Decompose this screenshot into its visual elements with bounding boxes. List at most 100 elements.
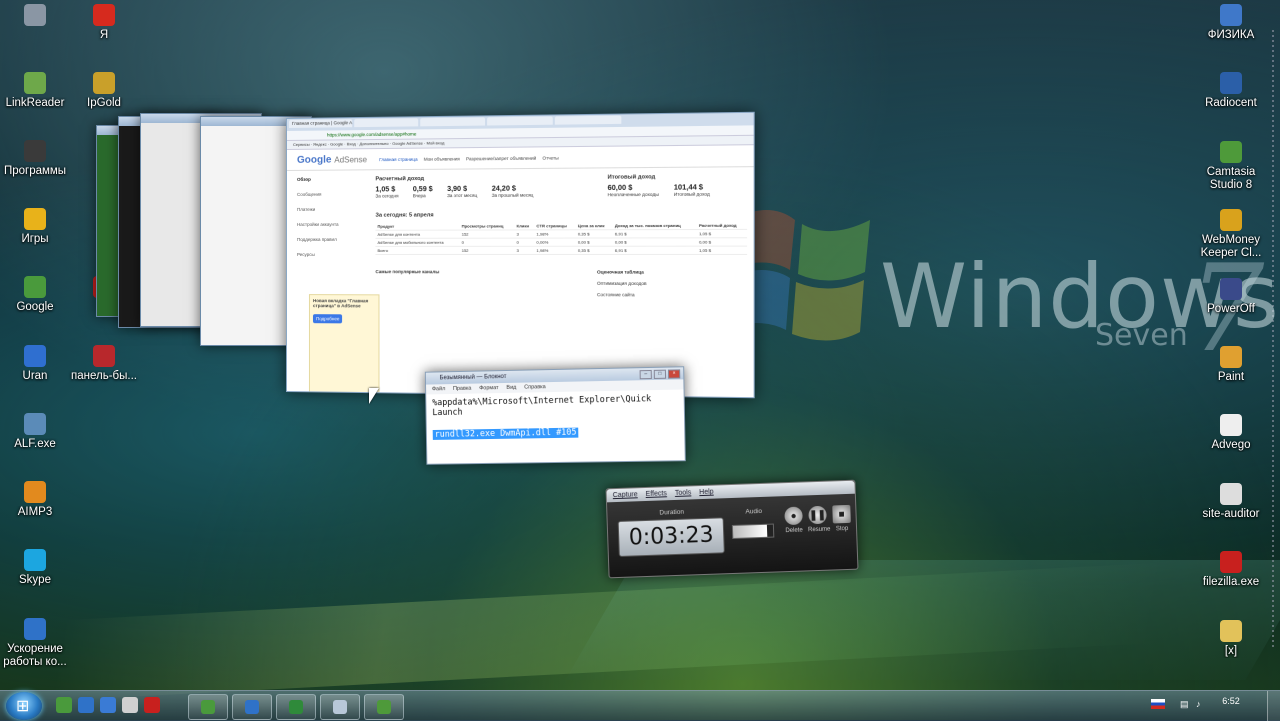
browser-tab[interactable]	[554, 115, 622, 125]
table-header: Продукт	[375, 222, 460, 231]
notepad-text-area[interactable]: %appdata%\Microsoft\Internet Explorer\Qu…	[426, 389, 684, 443]
radiocent-icon	[1220, 72, 1242, 95]
nav-reports[interactable]: Отчеты	[542, 155, 558, 160]
audio-level-meter	[731, 523, 775, 539]
desktop-icon-camtasia[interactable]: Camtasia Studio 8	[1191, 140, 1271, 192]
desktop-icon-webmoney[interactable]: WebMoney Keeper Cl...	[1191, 209, 1271, 260]
desktop-icon-label: ALF.exe	[14, 438, 56, 450]
desktop-icon-games-star[interactable]: Игры	[0, 208, 75, 246]
desktop-icon-site-auditor[interactable]: site-auditor	[1191, 482, 1271, 521]
desktop-icon-label: site-auditor	[1202, 507, 1260, 520]
explorer-ql-icon[interactable]	[100, 697, 116, 713]
desktop-icon-panel[interactable]: панель-бы...	[64, 345, 144, 383]
opt-item[interactable]: Оптимизация доходов	[597, 281, 747, 287]
small-app-icon	[24, 4, 46, 26]
desktop-icon-filezilla[interactable]: filezilla.exe	[1191, 551, 1271, 589]
folder-icon	[1220, 619, 1242, 642]
taskbar-button[interactable]	[232, 694, 272, 720]
sidebar-item-payments[interactable]: Платежи	[297, 207, 367, 212]
stat-item: 101,44 $ Итоговый доход	[674, 184, 710, 197]
table-cell: 0	[459, 238, 515, 247]
menu-help[interactable]: Help	[699, 486, 714, 499]
taskbar-clock[interactable]: 6:52	[1212, 696, 1250, 706]
menu-format[interactable]: Формат	[479, 383, 498, 393]
desktop-icon-label: filezilla.exe	[1202, 576, 1260, 589]
sidebar-item-policy[interactable]: Поддержка правил	[297, 237, 367, 242]
resume-button[interactable]: ❚❚ Resume	[807, 505, 831, 545]
promo-button[interactable]: Подробнее	[312, 314, 343, 324]
opt-item[interactable]: Состояние сайта	[597, 292, 747, 298]
desktop-icon-label: Программы	[3, 165, 67, 177]
sidebar-item-settings[interactable]: Настройки аккаунта	[297, 222, 367, 227]
desktop-icon-yandex[interactable]: Я	[64, 4, 144, 42]
desktop-icon-shield-folder[interactable]: ФИЗИКА	[1191, 4, 1271, 42]
camtasia-recorder-widget[interactable]: Capture Effects Tools Help Duration 0:03…	[605, 479, 859, 579]
taskbar-button[interactable]	[364, 694, 404, 720]
table-cell: AdSense для контента	[375, 230, 460, 239]
volume-icon[interactable]: ♪	[1196, 699, 1201, 709]
taskbar-button[interactable]	[320, 694, 360, 720]
desktop-icon-folder[interactable]: [x]	[1191, 619, 1271, 658]
notepad-task-icon	[333, 700, 347, 714]
linkreader-icon	[24, 72, 46, 94]
nav-home[interactable]: Главная страница	[379, 156, 417, 161]
browser-tab[interactable]	[354, 118, 419, 128]
opera-ql-icon[interactable]	[144, 697, 160, 713]
taskbar-button[interactable]	[188, 694, 228, 720]
desktop-icon-advego[interactable]: Advego	[1191, 414, 1271, 452]
notepad-line-1: %appdata%\Microsoft\Internet Explorer\Qu…	[432, 394, 652, 419]
menu-edit[interactable]: Правка	[453, 384, 471, 394]
table-cell: 0,00 $	[696, 237, 748, 247]
desktop-icon-radiocent[interactable]: Radiocent	[1191, 72, 1271, 110]
desktop-icon-aimp[interactable]: AIMP3	[0, 481, 75, 519]
google-adsense-logo[interactable]: Google AdSense	[297, 154, 367, 165]
sidebar-item-messages[interactable]: Сообщения	[297, 192, 367, 197]
language-flag-icon[interactable]	[1151, 699, 1165, 709]
desktop-icon-speedup[interactable]: Ускорение работы ко...	[0, 618, 75, 669]
menu-help[interactable]: Справка	[524, 382, 546, 392]
browser-tab[interactable]	[420, 117, 486, 127]
adsense-header: Google AdSense Главная страница Мои объя…	[286, 145, 754, 171]
browser-tab[interactable]: Главная страница | Google AdSense	[288, 119, 353, 128]
stat-label: Неоплаченные доходы	[607, 191, 659, 198]
desktop-icon-poweroff[interactable]: PowerOff	[1191, 277, 1271, 316]
adsense-sidebar: Обзор Сообщения Платежи Настройки аккаун…	[297, 176, 367, 267]
close-button[interactable]: ×	[667, 369, 681, 379]
table-header: Просмотры страниц	[459, 222, 515, 231]
menu-view[interactable]: Вид	[506, 383, 516, 393]
taskbar-button[interactable]	[276, 694, 316, 720]
desktop-icon-programs-folder[interactable]: Программы	[0, 140, 75, 178]
network-icon[interactable]: ▤	[1180, 699, 1189, 710]
delete-button[interactable]: ● Delete	[783, 506, 804, 545]
nav-ads[interactable]: Мои объявления	[424, 156, 460, 161]
adsense-browser-window[interactable]: Главная страница | Google AdSense https:…	[286, 111, 755, 399]
ie-ql-icon[interactable]	[78, 697, 94, 713]
menu-file[interactable]: Файл	[432, 384, 445, 394]
start-button[interactable]	[6, 692, 42, 720]
revenue-stats: 1,05 $ За сегодня 0,59 $ Вчера 3,90 $ За этот…	[375, 185, 533, 198]
desktop-icon-shield[interactable]: ALF.exe	[0, 413, 75, 451]
menu-effects[interactable]: Effects	[645, 487, 668, 501]
paint-icon	[1220, 346, 1242, 368]
minimize-button[interactable]: –	[639, 369, 652, 380]
sidebar-item-overview[interactable]: Обзор	[297, 176, 367, 182]
maximize-button[interactable]: □	[653, 369, 667, 379]
chrome-ql-icon[interactable]	[56, 697, 72, 713]
stop-button[interactable]: ■ Stop	[831, 504, 852, 544]
nav-allow-block[interactable]: Разрешение/запрет объявлений	[466, 155, 536, 161]
show-desktop-button[interactable]	[1267, 691, 1280, 721]
sidebar-item-resources[interactable]: Ресурсы	[297, 252, 367, 257]
table-cell: 0,35 $	[575, 229, 613, 239]
adsense-main: Расчетный доход 1,05 $ За сегодня 0,59 $ Вч…	[375, 174, 748, 298]
media-ql-icon[interactable]	[122, 697, 138, 713]
desktop-icon-skype[interactable]: Skype	[0, 549, 75, 587]
desktop-icon-ipgold[interactable]: IpGold	[64, 72, 144, 110]
shield-folder-icon	[1220, 4, 1242, 26]
desktop-icon-paint[interactable]: Paint	[1191, 346, 1271, 384]
desktop-icon-label: IpGold	[87, 97, 121, 109]
desktop-icon-label: PowerOff	[1207, 302, 1255, 315]
menu-tools[interactable]: Tools	[675, 486, 692, 500]
menu-capture[interactable]: Capture	[613, 488, 638, 502]
browser-tab[interactable]	[487, 116, 553, 126]
notepad-window[interactable]: Безымянный — Блокнот – □ × Файл Правка Ф…	[424, 366, 686, 465]
